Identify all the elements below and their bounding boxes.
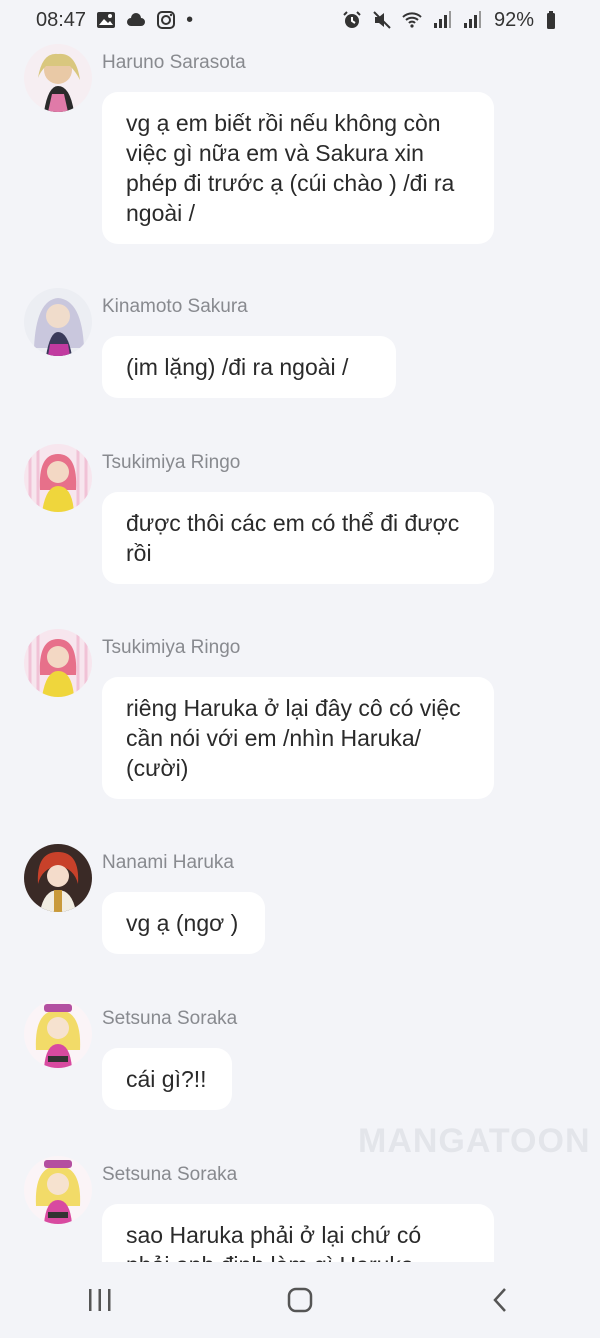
- status-bar: 08:47 • 92%: [0, 0, 600, 40]
- message-bubble[interactable]: cái gì?!!: [102, 1048, 232, 1110]
- alarm-icon: [343, 11, 361, 28]
- sender-name: Tsukimiya Ringo: [102, 637, 241, 658]
- mute-icon: [373, 11, 391, 29]
- sender-name: Setsuna Soraka: [102, 1008, 238, 1029]
- recent-apps-icon: [89, 1289, 111, 1311]
- message-bubble[interactable]: vg ạ em biết rồi nếu không còn việc gì n…: [102, 92, 494, 244]
- navigation-bar: [0, 1262, 600, 1338]
- home-icon: [287, 1287, 313, 1313]
- sender-name: Nanami Haruka: [102, 852, 234, 873]
- avatar[interactable]: [24, 288, 92, 356]
- message-bubble[interactable]: (im lặng) /đi ra ngoài /: [102, 336, 396, 398]
- cloud-icon: [127, 13, 146, 26]
- gallery-icon: [97, 12, 116, 28]
- instagram-icon: [157, 11, 176, 29]
- message-bubble[interactable]: riêng Haruka ở lại đây cô có việc cần nó…: [102, 677, 494, 799]
- sender-name: Haruno Sarasota: [102, 52, 246, 73]
- message-bubble[interactable]: sao Haruka phải ở lại chứ có phải anh đị…: [102, 1204, 494, 1262]
- sender-name: Setsuna Soraka: [102, 1164, 238, 1185]
- signal-icon: [463, 11, 481, 28]
- signal-icon: [433, 11, 451, 28]
- notification-dot: •: [186, 8, 194, 31]
- sender-name: Tsukimiya Ringo: [102, 452, 241, 473]
- back-button[interactable]: [460, 1270, 540, 1330]
- avatar[interactable]: [24, 1000, 92, 1068]
- status-right: 92%: [342, 9, 564, 32]
- avatar[interactable]: [24, 844, 92, 912]
- avatar[interactable]: [24, 44, 92, 112]
- avatar[interactable]: [24, 629, 92, 697]
- home-button[interactable]: [260, 1270, 340, 1330]
- battery-icon: [547, 11, 555, 29]
- recent-apps-button[interactable]: [60, 1270, 140, 1330]
- wifi-icon: [402, 12, 422, 28]
- watermark-logo: MANGATOON: [358, 1122, 591, 1160]
- sender-name: Kinamoto Sakura: [102, 296, 248, 317]
- message-bubble[interactable]: được thôi các em có thể đi được rồi: [102, 492, 494, 584]
- avatar[interactable]: [24, 1156, 92, 1224]
- clock: 08:47: [36, 8, 87, 31]
- back-icon: [493, 1288, 506, 1312]
- message-bubble[interactable]: vg ạ (ngơ ): [102, 892, 265, 954]
- chat-thread[interactable]: Haruno Sarasota vg ạ em biết rồi nếu khô…: [0, 40, 600, 1262]
- status-left: 08:47 •: [36, 9, 193, 32]
- avatar[interactable]: [24, 444, 92, 512]
- battery-level: 92%: [493, 8, 534, 31]
